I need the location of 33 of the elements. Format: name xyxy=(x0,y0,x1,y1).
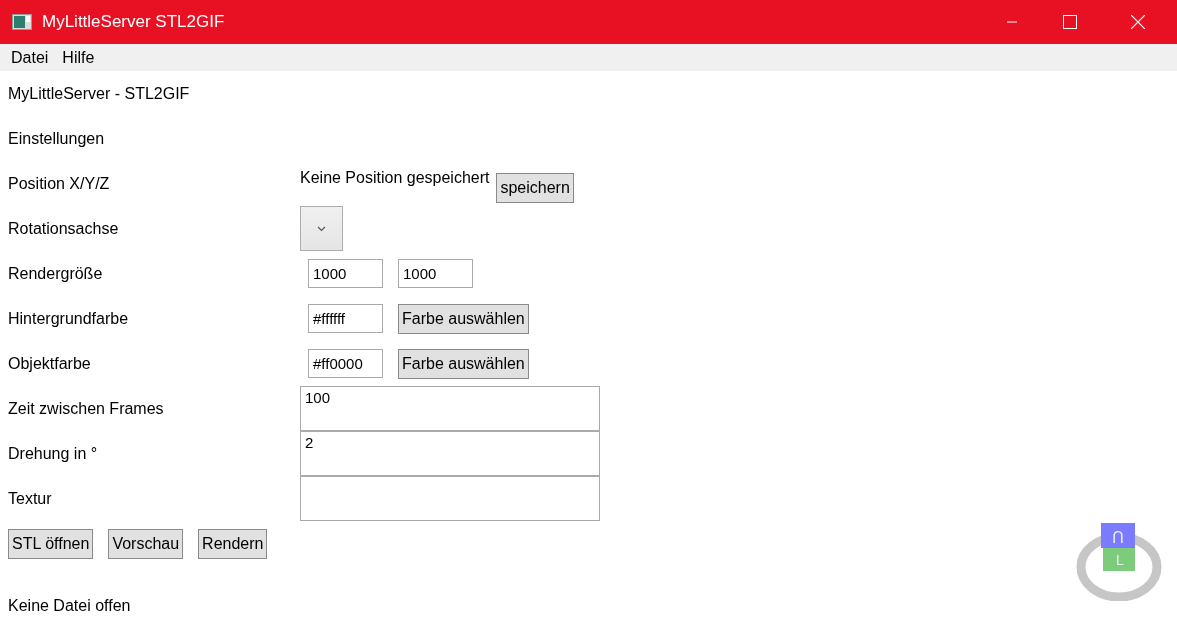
close-icon xyxy=(1131,15,1145,29)
axis-dropdown[interactable] xyxy=(300,206,343,251)
field-label: Objektfarbe xyxy=(8,354,92,373)
text-area[interactable]: 2 xyxy=(300,431,600,476)
field-label: Rendergröße xyxy=(8,264,104,283)
action-button[interactable]: Rendern xyxy=(198,529,268,559)
choose-color-button[interactable]: Farbe auswählen xyxy=(398,303,529,334)
action-button[interactable]: STL öffnen xyxy=(8,529,94,559)
chevron-down-icon xyxy=(317,225,326,232)
maximize-icon xyxy=(1063,15,1077,29)
text-area[interactable] xyxy=(300,476,600,521)
status-text: Keine Datei offen xyxy=(8,597,131,615)
save-button[interactable]: speichern xyxy=(496,173,574,203)
size-input[interactable]: 1000 xyxy=(308,259,383,288)
text-area[interactable]: 100 xyxy=(300,386,600,431)
position-status: Keine Position gespeichert xyxy=(300,169,490,187)
app-heading: MyLittleServer - STL2GIF xyxy=(8,84,191,103)
size-input[interactable]: 1000 xyxy=(398,259,473,288)
color-input[interactable]: #ffffff xyxy=(308,304,383,333)
menu-item[interactable]: Datei xyxy=(4,48,56,67)
field-label: Rotationsachse xyxy=(8,219,120,238)
color-input[interactable]: #ff0000 xyxy=(308,349,383,378)
choose-color-button[interactable]: Farbe auswählen xyxy=(398,348,529,379)
section-title: Einstellungen xyxy=(8,129,106,148)
field-label: Zeit zwischen Frames xyxy=(8,399,165,418)
window-title: MyLittleServer STL2GIF xyxy=(42,12,226,32)
field-label: Hintergrundfarbe xyxy=(8,309,130,328)
field-label: Drehung in ° xyxy=(8,444,99,463)
action-button[interactable]: Vorschau xyxy=(108,529,184,559)
menu-item[interactable]: Hilfe xyxy=(55,48,102,67)
app-icon xyxy=(12,14,32,30)
field-label: Textur xyxy=(8,489,53,508)
field-label: Position X/Y/Z xyxy=(8,174,111,193)
